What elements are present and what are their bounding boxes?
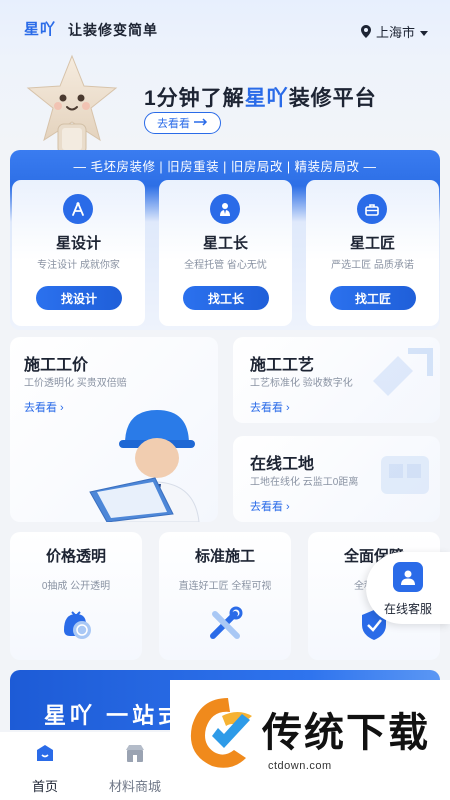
hero-title: 1分钟了解星吖装修平台 bbox=[144, 82, 377, 112]
caret-down-icon bbox=[420, 24, 428, 39]
guarantee-card-standard[interactable]: 标准施工 直连好工匠 全程可视 bbox=[159, 532, 291, 660]
guarantee-desc: 直连好工匠 全程可视 bbox=[178, 581, 272, 592]
service-desc: 严选工匠 品质承诺 bbox=[331, 260, 414, 271]
service-desc: 全程托管 省心无忧 bbox=[184, 260, 267, 271]
feature-title: 施工工艺 bbox=[250, 357, 315, 374]
tab-label: 首页 bbox=[31, 779, 58, 794]
watermark-logo-icon bbox=[182, 692, 260, 772]
hero-view-button[interactable]: 去看看 bbox=[144, 112, 221, 134]
banner-text: 星吖 一站式 bbox=[44, 703, 185, 728]
toolbox-icon bbox=[357, 194, 387, 224]
brand-logo-text: 星吖 bbox=[24, 21, 57, 38]
find-designer-button[interactable]: 找设计 bbox=[36, 286, 122, 310]
compass-icon bbox=[63, 194, 93, 224]
hero-title-brand: 星吖 bbox=[244, 87, 289, 110]
feature-card-craft[interactable]: 施工工艺 工艺标准化 验收数字化 去看看 › bbox=[233, 337, 440, 423]
tab-label: 材料商城 bbox=[108, 779, 161, 794]
location-pin-icon bbox=[360, 25, 371, 38]
feature-card-site[interactable]: 在线工地 工地在线化 云监工0距离 去看看 › bbox=[233, 436, 440, 522]
feature-link[interactable]: 去看看 › bbox=[24, 399, 64, 415]
service-categories: — 毛坯房装修 | 旧房重装 | 旧房局改 | 精装房局改 — bbox=[73, 160, 377, 174]
watermark-url: ctdown.com bbox=[268, 760, 332, 772]
feature-title: 在线工地 bbox=[250, 456, 315, 473]
foreman-icon bbox=[210, 194, 240, 224]
worker-illustration bbox=[85, 392, 215, 522]
service-name: 星工匠 bbox=[349, 235, 395, 252]
feature-link[interactable]: 去看看 › bbox=[250, 498, 290, 514]
service-name: 星设计 bbox=[55, 235, 101, 252]
arrow-right-icon bbox=[194, 117, 208, 129]
feature-link-label: 去看看 bbox=[24, 402, 57, 414]
brand-slogan: 让装修变简单 bbox=[68, 22, 158, 38]
hero-view-button-label: 去看看 bbox=[157, 118, 190, 130]
top-bar: 星吖 让装修变简单 上海市 bbox=[0, 0, 450, 60]
home-icon bbox=[34, 742, 56, 764]
tab-home[interactable]: 首页 bbox=[0, 742, 90, 795]
watermark-overlay: 传统下载 ctdown.com bbox=[170, 680, 450, 800]
find-foreman-button[interactable]: 找工长 bbox=[183, 286, 269, 310]
trowel-icon bbox=[368, 341, 438, 406]
tab-store[interactable]: 材料商城 bbox=[90, 742, 180, 795]
store-icon bbox=[124, 742, 146, 764]
service-card-designer[interactable]: 星设计 专注设计 成就你家 找设计 bbox=[12, 180, 145, 326]
service-agent-icon bbox=[393, 562, 423, 592]
hero-title-suffix: 装修平台 bbox=[288, 87, 377, 110]
feature-link-label: 去看看 bbox=[250, 501, 283, 513]
guarantee-title: 价格透明 bbox=[45, 548, 106, 565]
service-card-foreman[interactable]: 星工长 全程托管 省心无忧 找工长 bbox=[159, 180, 292, 326]
tools-icon bbox=[205, 604, 245, 644]
service-panel: — 毛坯房装修 | 旧房重装 | 旧房局改 | 精装房局改 — 星设计 专注设计… bbox=[10, 150, 440, 330]
feature-desc: 工价透明化 买贵双倍赔 bbox=[24, 378, 127, 389]
city-name: 上海市 bbox=[375, 25, 415, 40]
cloud-site-icon bbox=[373, 442, 437, 507]
feature-title: 施工工价 bbox=[24, 357, 89, 374]
feature-link-label: 去看看 bbox=[250, 402, 283, 414]
online-service-button[interactable]: 在线客服 bbox=[366, 552, 450, 624]
service-card-craftsman[interactable]: 星工匠 严选工匠 品质承诺 找工匠 bbox=[306, 180, 439, 326]
feature-desc: 工艺标准化 验收数字化 bbox=[250, 378, 353, 389]
online-service-label: 在线客服 bbox=[383, 602, 432, 616]
guarantee-title: 标准施工 bbox=[194, 548, 255, 565]
guarantee-desc: 0抽成 公开透明 bbox=[41, 581, 111, 592]
star-mascot-icon bbox=[22, 52, 122, 162]
city-selector[interactable]: 上海市 bbox=[360, 22, 428, 41]
hero-title-prefix: 1分钟了解 bbox=[144, 87, 245, 110]
feature-desc: 工地在线化 云监工0距离 bbox=[250, 477, 359, 488]
service-name: 星工长 bbox=[202, 235, 248, 252]
watermark-title: 传统下载 bbox=[262, 711, 430, 755]
feature-link[interactable]: 去看看 › bbox=[250, 399, 290, 415]
find-craftsman-button[interactable]: 找工匠 bbox=[330, 286, 416, 310]
guarantee-card-price[interactable]: 价格透明 0抽成 公开透明 bbox=[10, 532, 142, 660]
service-desc: 专注设计 成就你家 bbox=[37, 260, 120, 271]
feature-card-price[interactable]: 施工工价 工价透明化 买贵双倍赔 去看看 › bbox=[10, 337, 218, 522]
price-tag-icon bbox=[56, 604, 96, 644]
